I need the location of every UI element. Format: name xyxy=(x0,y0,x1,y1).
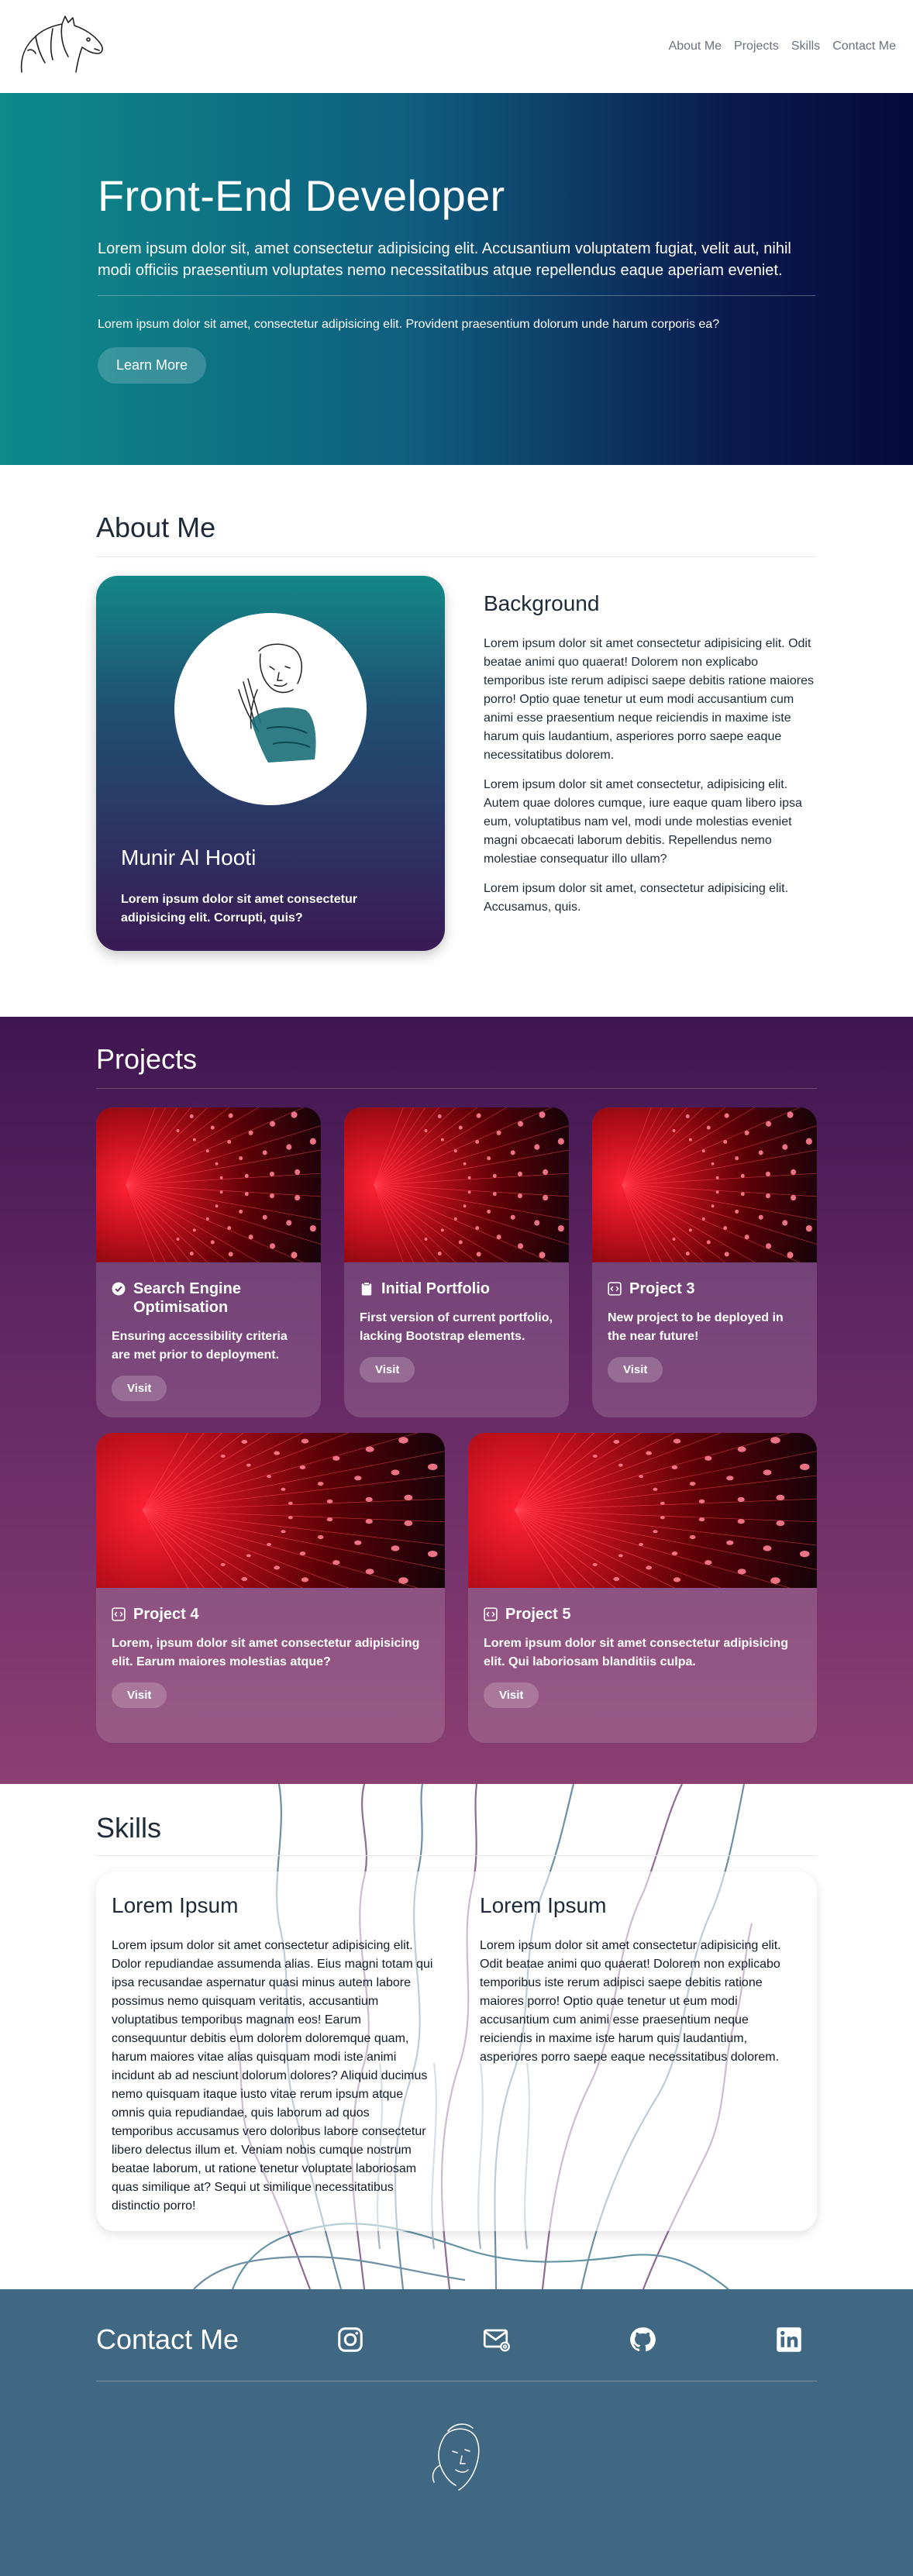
projects-title: Projects xyxy=(96,1043,817,1089)
skills-column: Lorem Ipsum Lorem ipsum dolor sit amet c… xyxy=(480,1893,801,2216)
project-desc: First version of current portfolio, lack… xyxy=(360,1311,553,1343)
background-column: Background Lorem ipsum dolor sit amet co… xyxy=(484,576,817,951)
project-desc: Ensuring accessibility criteria are met … xyxy=(112,1330,288,1362)
clipboard-icon xyxy=(361,1282,372,1296)
project-desc: Lorem ipsum dolor sit amet consectetur a… xyxy=(484,1637,788,1669)
code-square-icon xyxy=(484,1607,498,1621)
project-image xyxy=(96,1433,445,1588)
led-pattern-image xyxy=(142,1433,445,1588)
about-grid: Munir Al Hooti Lorem ipsum dolor sit ame… xyxy=(96,576,817,951)
led-pattern-image xyxy=(126,1107,321,1262)
profile-card: Munir Al Hooti Lorem ipsum dolor sit ame… xyxy=(96,576,445,951)
visit-button[interactable]: Visit xyxy=(360,1357,415,1383)
project-title: Initial Portfolio xyxy=(381,1280,490,1297)
hero-lead: Lorem ipsum dolor sit, amet consectetur … xyxy=(98,240,791,279)
nav-link-contact[interactable]: Contact Me xyxy=(832,40,896,53)
skills-column: Lorem Ipsum Lorem ipsum dolor sit amet c… xyxy=(112,1893,433,2216)
nav-link-skills[interactable]: Skills xyxy=(791,40,820,53)
hero-divider xyxy=(98,295,815,296)
project-card: Initial Portfolio First version of curre… xyxy=(344,1107,569,1417)
led-pattern-image xyxy=(374,1107,569,1262)
project-desc: Lorem, ipsum dolor sit amet consectetur … xyxy=(112,1637,420,1669)
visit-button[interactable]: Visit xyxy=(484,1682,539,1708)
hero-section: Front-End Developer Lorem ipsum dolor si… xyxy=(0,93,913,465)
linkedin-icon[interactable] xyxy=(775,2326,803,2354)
github-icon[interactable] xyxy=(629,2326,656,2354)
avatar xyxy=(174,613,367,805)
learn-more-button[interactable]: Learn More xyxy=(98,347,207,384)
project-card: Project 5 Lorem ipsum dolor sit amet con… xyxy=(468,1433,817,1743)
skills-text: Lorem ipsum dolor sit amet consectetur a… xyxy=(480,1939,781,2064)
about-title: About Me xyxy=(96,511,817,557)
project-title: Project 4 xyxy=(133,1606,199,1623)
projects-section: Projects Search Engine Optimisation Ensu… xyxy=(0,1017,913,1784)
projects-row: Search Engine Optimisation Ensuring acce… xyxy=(96,1107,817,1417)
skills-section: Skills Lorem Ipsum Lorem ipsum dolor sit… xyxy=(0,1784,913,2289)
skills-title: Skills xyxy=(96,1812,817,1856)
project-image xyxy=(96,1107,321,1262)
project-title: Project 5 xyxy=(505,1606,571,1623)
email-icon[interactable] xyxy=(483,2326,511,2354)
hero-title: Front-End Developer xyxy=(98,171,505,220)
visit-button[interactable]: Visit xyxy=(112,1682,167,1708)
portrait-illustration xyxy=(238,643,316,763)
project-desc: New project to be deployed in the near f… xyxy=(608,1311,784,1343)
skills-text: Lorem ipsum dolor sit amet consectetur a… xyxy=(112,1939,433,2213)
check-badge-icon xyxy=(112,1282,126,1296)
project-image xyxy=(468,1433,817,1588)
skills-card: Lorem Ipsum Lorem ipsum dolor sit amet c… xyxy=(96,1872,817,2231)
nav-link-projects[interactable]: Projects xyxy=(734,40,779,53)
skills-heading: Lorem Ipsum xyxy=(112,1893,239,1917)
nav-links: About Me Projects Skills Contact Me xyxy=(669,40,896,53)
nav-link-about[interactable]: About Me xyxy=(669,40,722,53)
profile-name: Munir Al Hooti xyxy=(121,845,257,870)
code-square-icon xyxy=(608,1282,622,1296)
about-section: About Me Munir Al Hooti Lorem ipsum dolo… xyxy=(0,465,913,1017)
contact-section: Contact Me xyxy=(0,2289,913,2576)
code-square-icon xyxy=(112,1607,126,1621)
visit-button[interactable]: Visit xyxy=(112,1376,167,1401)
visit-button[interactable]: Visit xyxy=(608,1357,663,1383)
background-paragraph: Lorem ipsum dolor sit amet consectetur a… xyxy=(484,637,814,762)
background-paragraph: Lorem ipsum dolor sit amet consectetur, … xyxy=(484,778,802,866)
background-heading: Background xyxy=(484,591,600,615)
project-title: Project 3 xyxy=(629,1280,695,1297)
projects-row: Project 4 Lorem, ipsum dolor sit amet co… xyxy=(96,1433,817,1743)
hero-subtext: Lorem ipsum dolor sit amet, consectetur … xyxy=(98,318,720,331)
led-pattern-image xyxy=(514,1433,817,1588)
profile-text: Lorem ipsum dolor sit amet consectetur a… xyxy=(121,893,357,925)
project-card: Project 4 Lorem, ipsum dolor sit amet co… xyxy=(96,1433,445,1743)
background-paragraph: Lorem ipsum dolor sit amet, consectetur … xyxy=(484,882,789,914)
led-pattern-image xyxy=(622,1107,817,1262)
project-title: Search Engine Optimisation xyxy=(133,1280,241,1316)
project-card: Project 3 New project to be deployed in … xyxy=(592,1107,817,1417)
instagram-icon[interactable] xyxy=(336,2326,364,2354)
contact-title: Contact Me xyxy=(96,2323,239,2355)
navbar: About Me Projects Skills Contact Me xyxy=(0,0,913,93)
head-sketch-logo xyxy=(432,2423,480,2491)
project-card: Search Engine Optimisation Ensuring acce… xyxy=(96,1107,321,1417)
project-image xyxy=(592,1107,817,1262)
project-image xyxy=(344,1107,569,1262)
horse-logo[interactable] xyxy=(14,12,107,81)
skills-heading: Lorem Ipsum xyxy=(480,1893,607,1917)
social-links xyxy=(336,2326,817,2354)
